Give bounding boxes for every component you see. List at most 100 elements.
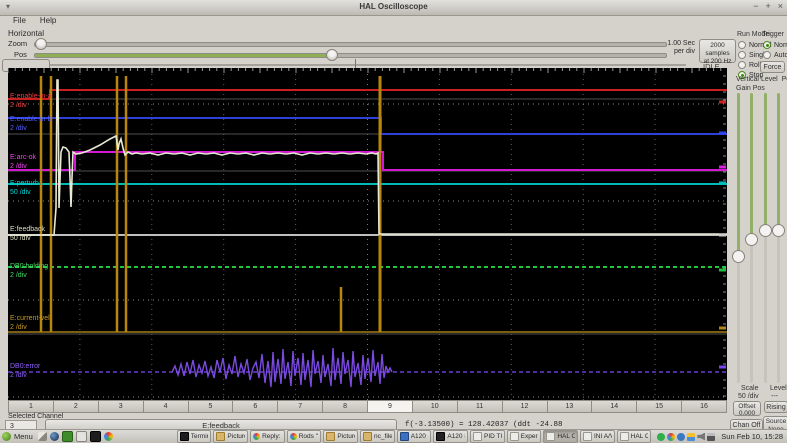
channel-tab-6[interactable]: 6 xyxy=(233,400,279,413)
clock[interactable]: Sun Feb 10, 15:28 xyxy=(721,432,783,441)
trigger-level-slider-handle[interactable] xyxy=(759,224,772,238)
channel-tab-14[interactable]: 14 xyxy=(592,400,638,413)
taskbar-window-label: Pictures xyxy=(227,433,245,440)
radio-icon xyxy=(738,61,746,69)
trigger-option-normal[interactable]: Normal xyxy=(763,40,787,50)
vertical-pos-slider-handle[interactable] xyxy=(745,233,758,246)
taskbar-window-label: Rods "S... xyxy=(298,433,319,440)
window-title: HAL Oscilloscope xyxy=(359,2,428,11)
samples-button[interactable]: 2000 samples at 200 Hz xyxy=(699,39,736,65)
record-scrollbar-track[interactable] xyxy=(2,64,686,66)
browser-icon[interactable] xyxy=(49,432,59,441)
level-label: Level xyxy=(770,385,787,392)
trigger-level-slider-track[interactable] xyxy=(764,93,767,383)
taskbar-window-label: Reply: -... xyxy=(262,433,282,440)
zoom-slider-label: Zoom xyxy=(8,39,28,48)
cursor-readout: f(-3.13500) = 128.42037 (ddt -24.88 xyxy=(405,421,563,429)
taskbar-window-a120-80-[interactable]: A120 80... xyxy=(396,430,432,443)
tray-blue-icon[interactable] xyxy=(677,432,686,441)
taskbar-menu-label[interactable]: Menu xyxy=(14,432,33,441)
taskbar-window-label: nc_files xyxy=(374,433,392,440)
gain-slider-track[interactable] xyxy=(737,93,740,383)
channel-tab-13[interactable]: 13 xyxy=(547,400,593,413)
channel-label-e-perturb: E:perturb 50 /div xyxy=(10,180,39,196)
channel-tab-4[interactable]: 4 xyxy=(143,400,189,413)
volume-icon[interactable] xyxy=(697,432,706,441)
edge-marker xyxy=(719,233,726,237)
taskbar-window-reply-[interactable]: Reply: -... xyxy=(250,430,285,443)
tray-chrome-icon[interactable] xyxy=(667,432,676,441)
channel-label-e-enable-in-a: E:enable-in-a 2 /div xyxy=(10,93,52,109)
taskbar-window-hal-co-[interactable]: HAL Co... xyxy=(616,430,652,443)
pos-slider-label: Pos xyxy=(14,50,27,59)
channel-tab-1[interactable]: 1 xyxy=(8,400,54,413)
close-button[interactable]: × xyxy=(778,1,783,11)
menu-file[interactable]: File xyxy=(8,15,31,27)
trigger-pos-slider-handle[interactable] xyxy=(772,224,785,238)
channel-tab-7[interactable]: 7 xyxy=(278,400,324,413)
trigger-level-pos-label: Level Pos xyxy=(761,76,787,83)
taskbar-window-pid-tune[interactable]: PID TUNE xyxy=(470,430,505,443)
network-signal-icon[interactable] xyxy=(707,432,716,441)
zoom-slider-handle[interactable] xyxy=(35,38,48,50)
taskbar-window-nc-files[interactable]: nc_files xyxy=(360,430,395,443)
minimize-button[interactable]: − xyxy=(753,1,758,11)
taskbar-window-experim-[interactable]: Experim... xyxy=(506,430,542,443)
taskbar-window-rods-s-[interactable]: Rods "S... xyxy=(286,430,322,443)
edge-marker xyxy=(719,181,726,185)
taskbar-window-label: HAL Co... xyxy=(630,433,649,440)
vertical-pos-slider-fill xyxy=(750,93,753,238)
scope-display: E:enable-in-a 2 /div E:enable-in-b 2 /div… xyxy=(7,68,727,400)
time-per-div: 1.00 Sec per div xyxy=(667,40,695,55)
taskbar-window-label: A120 80... xyxy=(447,433,465,440)
trigger-option-label: Normal xyxy=(774,41,787,49)
taskbar-window-pictures[interactable]: Pictures xyxy=(323,430,359,443)
app-icon xyxy=(546,432,556,441)
chrome-icon[interactable] xyxy=(103,432,113,441)
folder-icon xyxy=(326,432,336,441)
taskbar-window-pictures[interactable]: Pictures xyxy=(213,430,249,443)
edge-marker xyxy=(719,365,726,369)
tray-green-icon[interactable] xyxy=(657,432,666,441)
channel-tab-9[interactable]: 9 xyxy=(368,400,413,413)
taskbar-window-ini-a-v[interactable]: INI A/V xyxy=(579,430,615,443)
channel-tab-5[interactable]: 5 xyxy=(188,400,234,413)
channel-tab-8[interactable]: 8 xyxy=(323,400,368,413)
taskbar-window-label: Terminal xyxy=(190,433,209,440)
scale-value: 50 /div xyxy=(738,393,759,400)
channel-tab-16[interactable]: 16 xyxy=(682,400,727,413)
system-tray xyxy=(657,432,716,441)
pos-slider-fill xyxy=(35,54,332,57)
edge-marker xyxy=(719,165,726,169)
channel-tab-3[interactable]: 3 xyxy=(98,400,144,413)
terminal-dark-icon[interactable] xyxy=(89,431,101,442)
channel-label-e-enable-in-b: E:enable-in-b 2 /div xyxy=(10,116,52,132)
offset-button[interactable]: Offset 0.000 xyxy=(733,401,761,417)
zoom-slider-track[interactable] xyxy=(34,42,667,47)
taskbar-window-terminal[interactable]: Terminal xyxy=(176,430,212,443)
taskbar-window-a120-80-[interactable]: A120 80... xyxy=(433,430,469,443)
taskbar-window-hal-osc-[interactable]: HAL Osc... xyxy=(543,430,578,443)
channel-tab-10[interactable]: 10 xyxy=(412,400,458,413)
app-icon xyxy=(509,432,519,441)
pos-slider-track[interactable] xyxy=(34,53,667,58)
channel-label-e-current-vel: E:current-vel 2 /div xyxy=(10,315,50,331)
channel-tab-2[interactable]: 2 xyxy=(53,400,99,413)
tray-files-icon[interactable] xyxy=(687,432,696,441)
channel-tab-15[interactable]: 15 xyxy=(637,400,683,413)
edit-icon[interactable] xyxy=(37,432,47,441)
channel-tab-11[interactable]: 11 xyxy=(457,400,503,413)
rising-button[interactable]: Rising xyxy=(764,401,787,413)
file-manager-icon[interactable] xyxy=(75,431,87,442)
menu-help[interactable]: Help xyxy=(35,15,61,27)
trigger-pos-slider-track[interactable] xyxy=(777,93,780,383)
channel-tab-12[interactable]: 12 xyxy=(502,400,548,413)
window-titlebar: ▾ HAL Oscilloscope − + × xyxy=(0,0,787,16)
maximize-button[interactable]: + xyxy=(765,1,770,11)
pos-slider-handle[interactable] xyxy=(325,49,338,61)
trigger-option-auto[interactable]: Auto xyxy=(763,50,787,60)
menu-icon[interactable] xyxy=(2,432,11,441)
terminal-green-icon[interactable] xyxy=(61,431,73,442)
force-button[interactable]: Force xyxy=(760,61,785,73)
gain-slider-handle[interactable] xyxy=(732,250,745,264)
